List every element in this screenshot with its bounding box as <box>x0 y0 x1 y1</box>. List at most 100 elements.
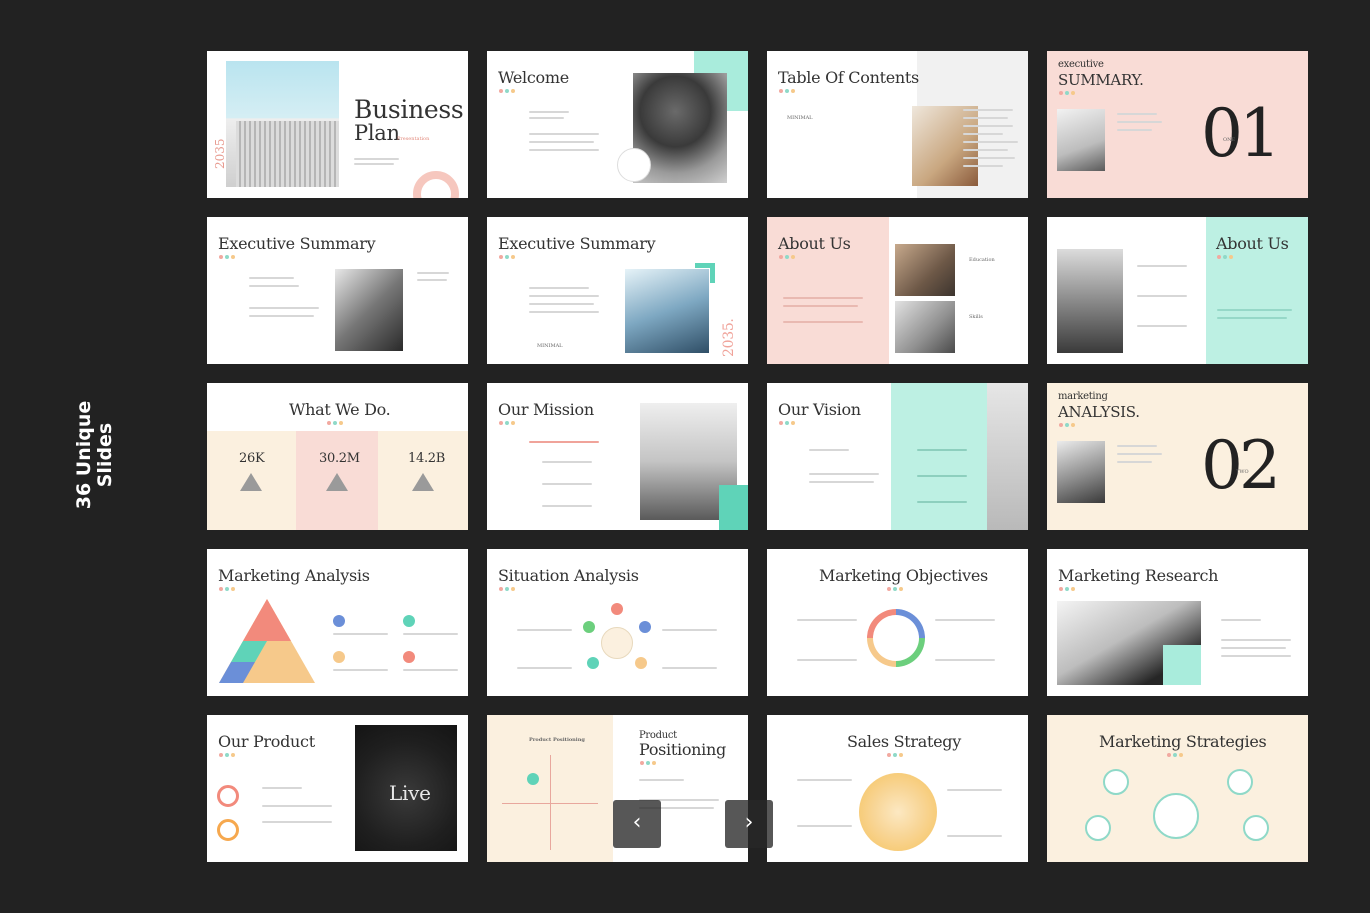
color-dots <box>779 89 799 93</box>
text-line <box>262 821 332 823</box>
stat-value: 26K <box>239 451 265 466</box>
text-line <box>262 787 302 789</box>
slide-what-we-do[interactable]: What We Do. 26K 30.2M 14.2B <box>207 383 468 530</box>
text-line <box>249 285 299 287</box>
text-line <box>963 141 1018 143</box>
text-line <box>797 619 857 621</box>
next-button[interactable]: › <box>725 800 773 848</box>
slide-business-plan[interactable]: Business Plan Presentation 2035 <box>207 51 468 198</box>
slide-marketing-analysis[interactable]: Marketing Analysis <box>207 549 468 696</box>
text-line <box>529 303 594 305</box>
slide-title: What We Do. <box>289 400 391 419</box>
slide-executive-summary-b[interactable]: Executive Summary MINIMAL 2035. <box>487 217 748 364</box>
section-word: TWO <box>1236 469 1249 475</box>
color-dots <box>327 421 347 425</box>
slide-title: SUMMARY. <box>1058 71 1144 89</box>
slide-marketing-analysis-02[interactable]: marketing ANALYSIS. 02 TWO <box>1047 383 1308 530</box>
slide-marketing-research[interactable]: Marketing Research <box>1047 549 1308 696</box>
slide-sales-strategy[interactable]: Sales Strategy <box>767 715 1028 862</box>
previous-button[interactable]: ‹ <box>613 800 661 848</box>
stat-value: 30.2M <box>319 451 360 466</box>
text-line <box>517 629 572 631</box>
color-dots <box>779 255 799 259</box>
text-line <box>917 501 967 503</box>
year-label: 2035 <box>213 138 227 169</box>
bridge-photo <box>1057 249 1123 353</box>
slide-marketing-strategies[interactable]: Marketing Strategies <box>1047 715 1308 862</box>
text-line <box>249 277 294 279</box>
position-dot <box>527 773 539 785</box>
text-line <box>1217 317 1287 319</box>
text-line <box>542 461 592 463</box>
text-line <box>333 669 388 671</box>
mint-panel <box>891 383 987 530</box>
node <box>639 621 651 633</box>
text-line <box>809 473 879 475</box>
text-line <box>529 111 569 113</box>
slide-about-us-b[interactable]: About Us <box>1047 217 1308 364</box>
mint-accent <box>719 485 748 530</box>
slide-small-title: executive <box>1058 59 1104 70</box>
color-dots <box>887 587 907 591</box>
slide-title: Executive Summary <box>498 234 656 253</box>
text-line <box>542 483 592 485</box>
pyramid-diagram <box>219 599 315 683</box>
text-line <box>963 109 1013 111</box>
education-label: Education <box>969 257 995 263</box>
text-line <box>529 287 589 289</box>
text-line <box>1221 655 1291 657</box>
slide-title: Sales Strategy <box>847 732 961 751</box>
slide-executive-summary-01[interactable]: executive SUMMARY. 01 ONE <box>1047 51 1308 198</box>
slide-welcome[interactable]: Welcome <box>487 51 748 198</box>
minimal-label: MINIMAL <box>537 343 563 349</box>
slide-our-product[interactable]: Our Product Live <box>207 715 468 862</box>
building-photo <box>226 61 339 187</box>
panel-header: Product Positioning <box>529 737 585 743</box>
node <box>611 603 623 615</box>
mint-box <box>1163 645 1201 685</box>
slide-about-us-a[interactable]: About Us Education Skills <box>767 217 1028 364</box>
color-dots <box>499 89 519 93</box>
text-line <box>417 279 447 281</box>
building-photo <box>1057 441 1105 503</box>
text-line <box>1217 309 1292 311</box>
chair-photo: Live <box>355 725 457 851</box>
text-line <box>354 163 394 165</box>
color-dots <box>779 421 799 425</box>
text-line <box>333 633 388 635</box>
text-line <box>1137 325 1187 327</box>
text-line <box>935 659 995 661</box>
decor-circle <box>413 171 459 198</box>
slide-table-of-contents[interactable]: Table Of Contents MINIMAL <box>767 51 1028 198</box>
slide-our-vision[interactable]: Our Vision <box>767 383 1028 530</box>
text-line <box>963 133 1003 135</box>
funnel-circle <box>859 773 937 851</box>
slide-title-line2: Plan <box>354 121 400 145</box>
slide-count-label: 36 Unique Slides <box>73 390 116 520</box>
slide-executive-summary-a[interactable]: Executive Summary <box>207 217 468 364</box>
slide-marketing-objectives[interactable]: Marketing Objectives <box>767 549 1028 696</box>
color-dots <box>219 753 239 757</box>
ring-center <box>873 615 919 661</box>
text-line <box>797 659 857 661</box>
live-text: Live <box>389 781 431 805</box>
color-dots <box>499 255 519 259</box>
slide-situation-analysis[interactable]: Situation Analysis <box>487 549 748 696</box>
skills-label: Skills <box>969 314 983 320</box>
text-line <box>797 825 852 827</box>
slide-title: Marketing Research <box>1058 566 1219 585</box>
slide-subtitle: Presentation <box>397 136 430 142</box>
team-photo-1 <box>895 244 955 296</box>
section-word: ONE <box>1223 137 1236 143</box>
text-line <box>662 667 717 669</box>
laptop-photo <box>335 269 403 351</box>
text-line <box>529 311 599 313</box>
section-number: 02 <box>1201 427 1281 504</box>
slide-title: Executive Summary <box>218 234 376 253</box>
text-line <box>417 272 449 274</box>
text-line <box>783 321 863 323</box>
slide-our-mission[interactable]: Our Mission <box>487 383 748 530</box>
slide-title: ANALYSIS. <box>1058 403 1140 421</box>
text-line <box>529 441 599 443</box>
slide-title: Our Vision <box>778 400 861 419</box>
